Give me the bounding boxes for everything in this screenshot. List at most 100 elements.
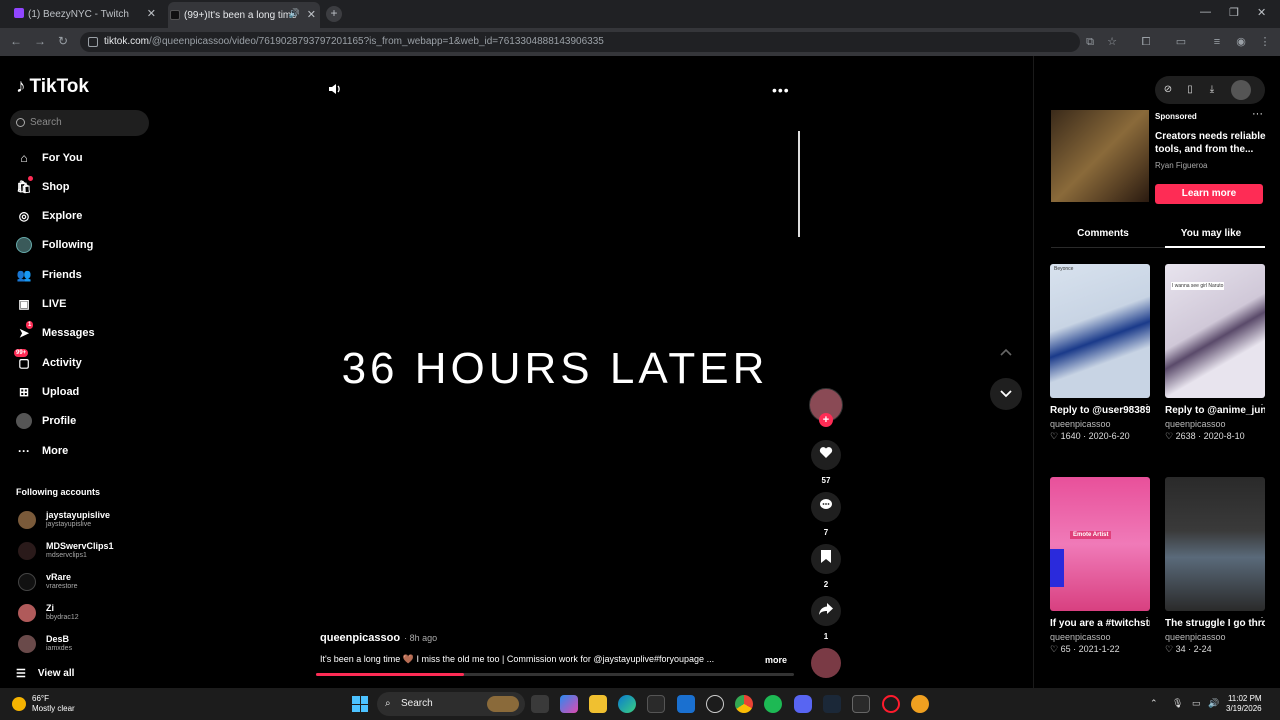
card-options-icon[interactable]: ⋮ (1257, 403, 1267, 414)
card-author: queenpicassoo (1165, 632, 1226, 642)
site-info-icon[interactable] (88, 37, 98, 47)
extensions-icon[interactable]: ⧠ (1139, 35, 1153, 49)
caption-more-link[interactable]: more (765, 655, 787, 665)
network-icon[interactable]: ▭ (1192, 698, 1201, 709)
audio-playing-icon[interactable]: 🔊 (289, 8, 300, 19)
minimize-icon[interactable]: — (1200, 6, 1211, 18)
following-account[interactable]: vRare vrarestore (16, 570, 146, 594)
nav-profile[interactable]: Profile (16, 410, 146, 432)
tab-tiktok[interactable]: (99+)It's been a long time 🔊 ✕ (168, 2, 320, 28)
steam-icon[interactable] (823, 695, 841, 713)
reload-icon[interactable]: ↻ (58, 34, 68, 48)
new-tab-button[interactable]: + (326, 6, 342, 22)
next-video-button[interactable] (990, 378, 1022, 410)
edge-icon[interactable] (618, 695, 636, 713)
sidepanel-icon[interactable]: ▭ (1174, 35, 1188, 49)
back-icon[interactable]: ← (10, 34, 22, 48)
view-all-link[interactable]: ☰ View all (16, 667, 74, 680)
compass-icon[interactable]: ⊘ (1161, 83, 1175, 97)
nav-activity[interactable]: ▢ 99+ Activity (14, 349, 146, 374)
forward-icon[interactable]: → (34, 34, 46, 48)
nav-more[interactable]: ··· More (16, 440, 146, 462)
opera-icon[interactable] (882, 695, 900, 713)
card-options-icon[interactable]: ⋮ (1257, 616, 1267, 627)
url-field[interactable]: tiktok.com/@queenpicassoo/video/76190287… (80, 32, 1080, 52)
maximize-icon[interactable]: ❐ (1229, 6, 1239, 19)
tiktok-logo[interactable]: ♪ TikTok (16, 76, 89, 98)
video-author[interactable]: queenpicassoo · 8h ago (320, 632, 437, 644)
nav-for-you[interactable]: ⌂ For You (16, 147, 146, 169)
install-app-icon[interactable]: ⧉ (1083, 35, 1097, 49)
avatar (18, 542, 36, 560)
close-tab-icon[interactable]: ✕ (147, 7, 156, 20)
tab-comments[interactable]: Comments (1053, 228, 1153, 239)
nav-messages[interactable]: ➤ 1 Messages (16, 321, 146, 344)
spotify-icon[interactable] (764, 695, 782, 713)
nav-upload[interactable]: ⊞ Upload (16, 381, 146, 403)
following-account[interactable]: jaystayupislive jaystayupislive (16, 508, 146, 532)
nav-friends[interactable]: 👥 Friends (16, 264, 146, 286)
comment-button[interactable] (811, 492, 841, 522)
system-clock[interactable]: 11:02 PM 3/19/2026 (1226, 694, 1262, 714)
like-button[interactable] (811, 440, 841, 470)
mobile-icon[interactable]: ▯ (1183, 83, 1197, 97)
nav-live[interactable]: ▣ LIVE (16, 293, 146, 315)
video-player[interactable]: ••• 36 HOURS LATER queenpicassoo · 8h ago… (310, 56, 800, 688)
task-view-icon[interactable] (531, 695, 549, 713)
taskbar-search[interactable]: ⌕ Search (377, 692, 525, 716)
following-account[interactable]: MDSwervClips1 mdservclips1 (16, 539, 146, 563)
avatar (18, 511, 36, 529)
tiktok-favicon-icon (170, 10, 180, 20)
follow-plus-button[interactable]: + (819, 413, 833, 427)
previous-video-button[interactable] (990, 336, 1022, 368)
nav-following[interactable]: Following (16, 234, 146, 256)
sound-avatar[interactable] (811, 648, 841, 678)
media-control-icon[interactable]: ≡ (1210, 35, 1224, 49)
copilot-icon[interactable] (560, 695, 578, 713)
bookmark-star-icon[interactable]: ☆ (1105, 35, 1119, 49)
following-account[interactable]: Zi bbydrac12 (16, 601, 146, 625)
ad-title[interactable]: Creators needs reliable tools, and from … (1155, 130, 1267, 156)
following-account[interactable]: DesB iamxdes (16, 632, 146, 656)
save-button[interactable] (811, 544, 841, 574)
video-card[interactable]: ⋮ The struggle I go through with oth... … (1165, 477, 1267, 655)
video-scrollbar[interactable] (798, 131, 800, 237)
close-window-icon[interactable]: ✕ (1257, 6, 1266, 19)
discord-icon[interactable] (794, 695, 812, 713)
video-progress-bar[interactable] (316, 673, 794, 676)
store-icon[interactable] (647, 695, 665, 713)
card-options-icon[interactable]: ⋮ (1142, 616, 1152, 627)
profile-icon[interactable]: ◉ (1234, 35, 1248, 49)
share-button[interactable] (811, 596, 841, 626)
menu-kebab-icon[interactable]: ⋮ (1258, 35, 1272, 49)
file-explorer-icon[interactable] (589, 695, 607, 713)
learn-more-button[interactable]: Learn more (1155, 184, 1263, 204)
card-options-icon[interactable]: ⋮ (1142, 403, 1152, 414)
volume-icon[interactable] (328, 82, 342, 96)
video-card[interactable]: Emote Artist ⋮ If you are a #twitchstrea… (1050, 477, 1152, 655)
xbox-icon[interactable] (852, 695, 870, 713)
video-options-icon[interactable]: ••• (772, 82, 790, 98)
tab-twitch[interactable]: (1) BeezyNYC - Twitch ✕ (12, 4, 160, 24)
close-tab-icon[interactable]: ✕ (307, 8, 316, 21)
chrome-icon[interactable] (735, 695, 753, 713)
ad-image[interactable] (1051, 110, 1149, 202)
ad-options-icon[interactable]: ··· (1252, 108, 1263, 120)
tray-chevron-icon[interactable]: ⌃ (1150, 698, 1158, 709)
nav-shop[interactable]: 🛍 Shop (16, 176, 146, 198)
video-card[interactable]: I wanna see girl Naruto ⋮ Reply to @anim… (1165, 264, 1267, 442)
microphone-icon[interactable]: 🎙 (1172, 698, 1183, 709)
speaker-icon[interactable]: 🔊 (1208, 698, 1219, 709)
download-icon[interactable]: ⤓ (1205, 83, 1219, 97)
tab-you-may-like[interactable]: You may like (1161, 228, 1261, 239)
url-path: /@queenpicassoo/video/761902879379720116… (149, 36, 604, 47)
app-icon[interactable] (911, 695, 929, 713)
avatar[interactable] (1231, 80, 1251, 100)
weather-widget[interactable]: 66°F Mostly clear (12, 694, 75, 714)
mail-icon[interactable] (677, 695, 695, 713)
video-card[interactable]: Beyonce ⋮ Reply to @user98389238... quee… (1050, 264, 1152, 442)
search-input[interactable]: Search (10, 110, 149, 136)
nav-explore[interactable]: ◎ Explore (16, 205, 146, 227)
github-icon[interactable] (706, 695, 724, 713)
start-button[interactable] (352, 696, 368, 712)
